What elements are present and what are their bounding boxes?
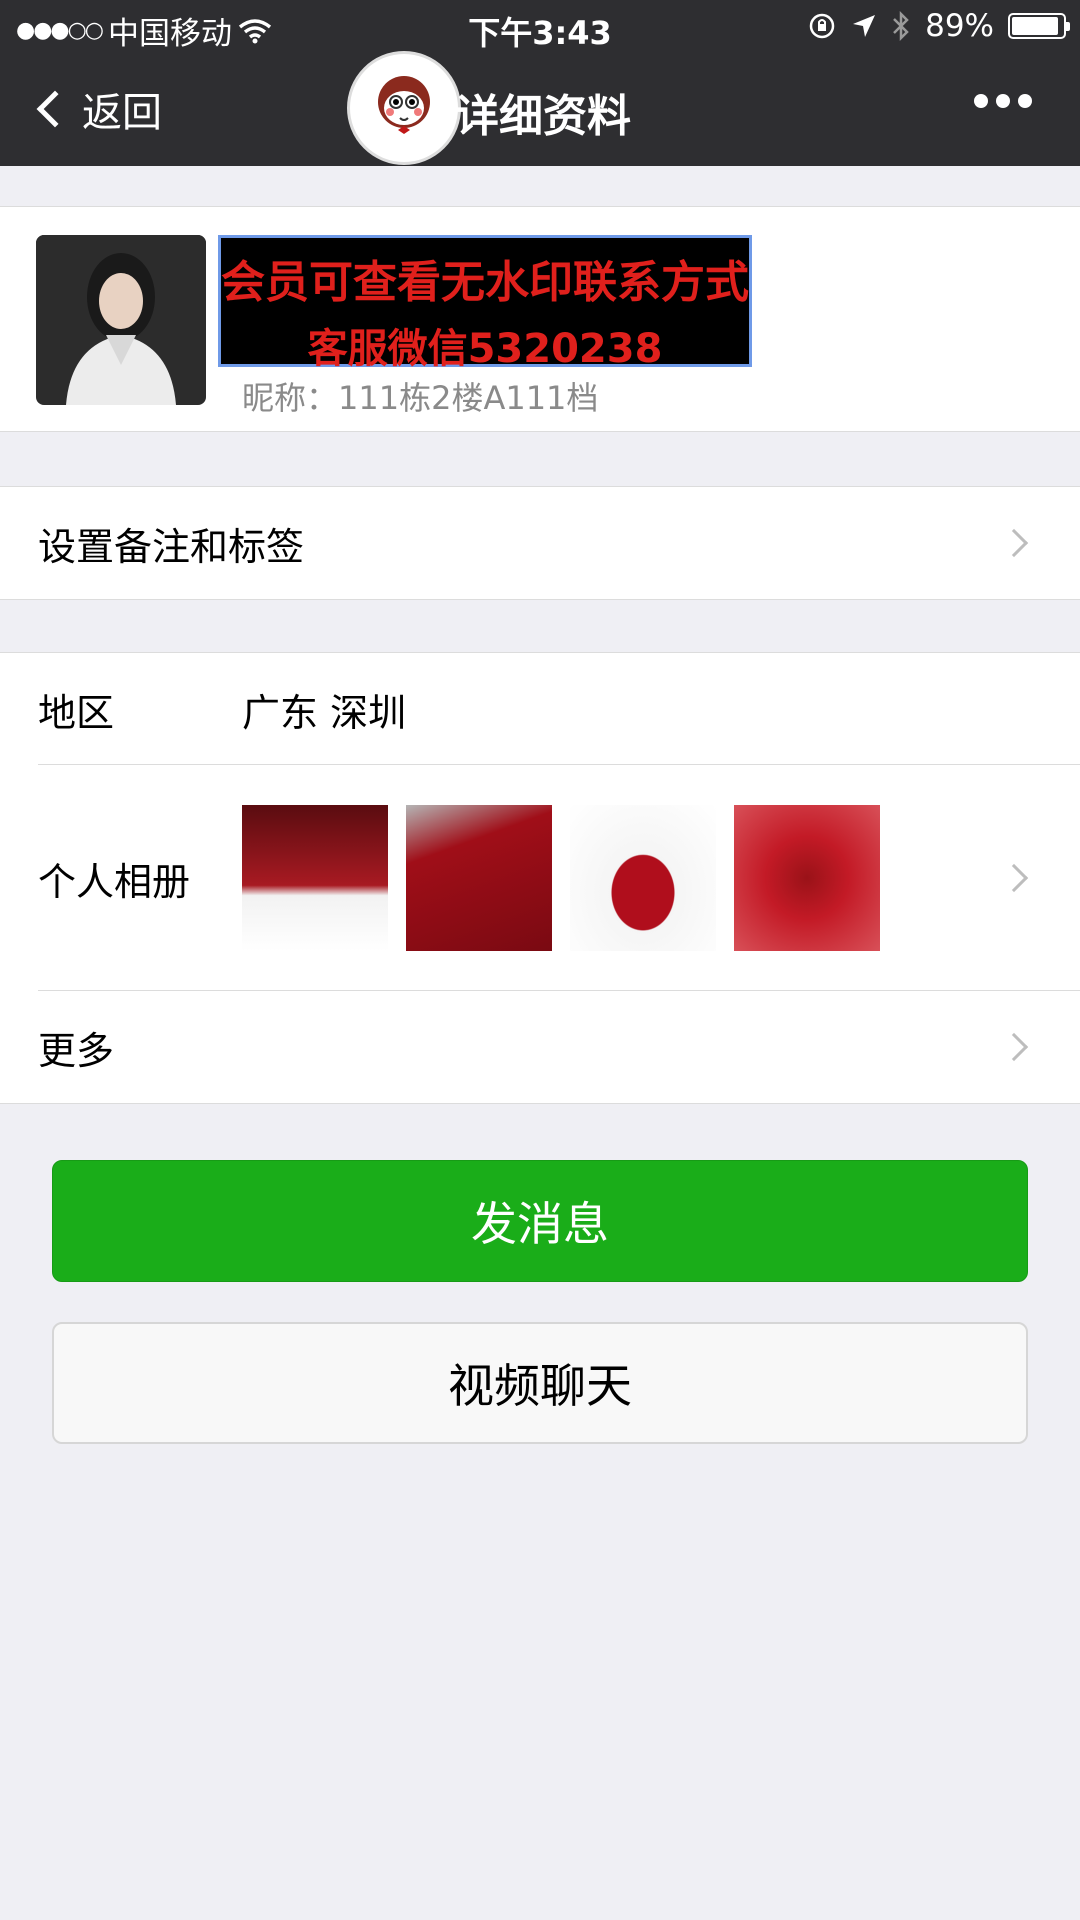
chevron-right-icon (999, 1032, 1029, 1062)
album-thumbnail (734, 805, 880, 951)
album-label: 个人相册 (38, 859, 191, 904)
profile-header: 会员可查看无水印联系方式 客服微信5320238 昵称：111栋2楼A111档 (0, 206, 1080, 432)
region-value: 广东 深圳 (242, 690, 407, 735)
region-label: 地区 (38, 690, 115, 735)
region-row: 地区 广东 深圳 (0, 653, 1080, 765)
bluetooth-icon (893, 11, 909, 41)
location-icon (853, 15, 876, 37)
display-name-line1: 会员可查看无水印联系方式 (221, 257, 749, 308)
video-chat-button[interactable]: 视频聊天 (52, 1322, 1028, 1444)
album-thumbnail (242, 805, 388, 951)
info-section: 地区 广东 深圳 个人相册 更多 (0, 652, 1080, 1104)
album-thumbnail (570, 805, 716, 951)
chevron-left-icon (36, 90, 74, 128)
battery-percent: 89% (925, 8, 994, 44)
back-label: 返回 (82, 90, 162, 136)
chevron-right-icon (999, 863, 1029, 893)
dot-icon (1018, 94, 1032, 108)
more-label: 更多 (38, 1028, 115, 1073)
top-bar: ●●●○○ 中国移动 下午3:43 89% 返回 详细资料 (0, 0, 1080, 166)
page-title: 详细资料 (455, 91, 631, 142)
nickname-text: 昵称：111栋2楼A111档 (242, 379, 599, 417)
send-message-button[interactable]: 发消息 (52, 1160, 1028, 1282)
album-thumbnail (406, 805, 552, 951)
remark-row[interactable]: 设置备注和标签 (0, 487, 1080, 599)
status-bar: ●●●○○ 中国移动 下午3:43 89% (0, 0, 1080, 54)
rotation-lock-icon (809, 13, 835, 39)
nav-bar: 返回 详细资料 (0, 51, 1080, 166)
chevron-right-icon (999, 528, 1029, 558)
dot-icon (974, 94, 988, 108)
back-button[interactable]: 返回 (30, 80, 162, 138)
status-right: 89% (807, 8, 1070, 44)
more-row[interactable]: 更多 (0, 991, 1080, 1103)
display-name-banner: 会员可查看无水印联系方式 客服微信5320238 (218, 235, 752, 372)
dot-icon (996, 94, 1010, 108)
album-row[interactable]: 个人相册 (0, 765, 1080, 991)
battery-icon (1008, 13, 1070, 39)
avatar[interactable] (36, 235, 206, 405)
monkey-logo-watermark (347, 51, 461, 165)
remark-label: 设置备注和标签 (38, 524, 305, 569)
more-options-button[interactable] (974, 94, 1032, 108)
album-thumbnails (242, 805, 880, 951)
remark-section: 设置备注和标签 (0, 486, 1080, 600)
display-name-line2: 客服微信5320238 (307, 326, 663, 372)
